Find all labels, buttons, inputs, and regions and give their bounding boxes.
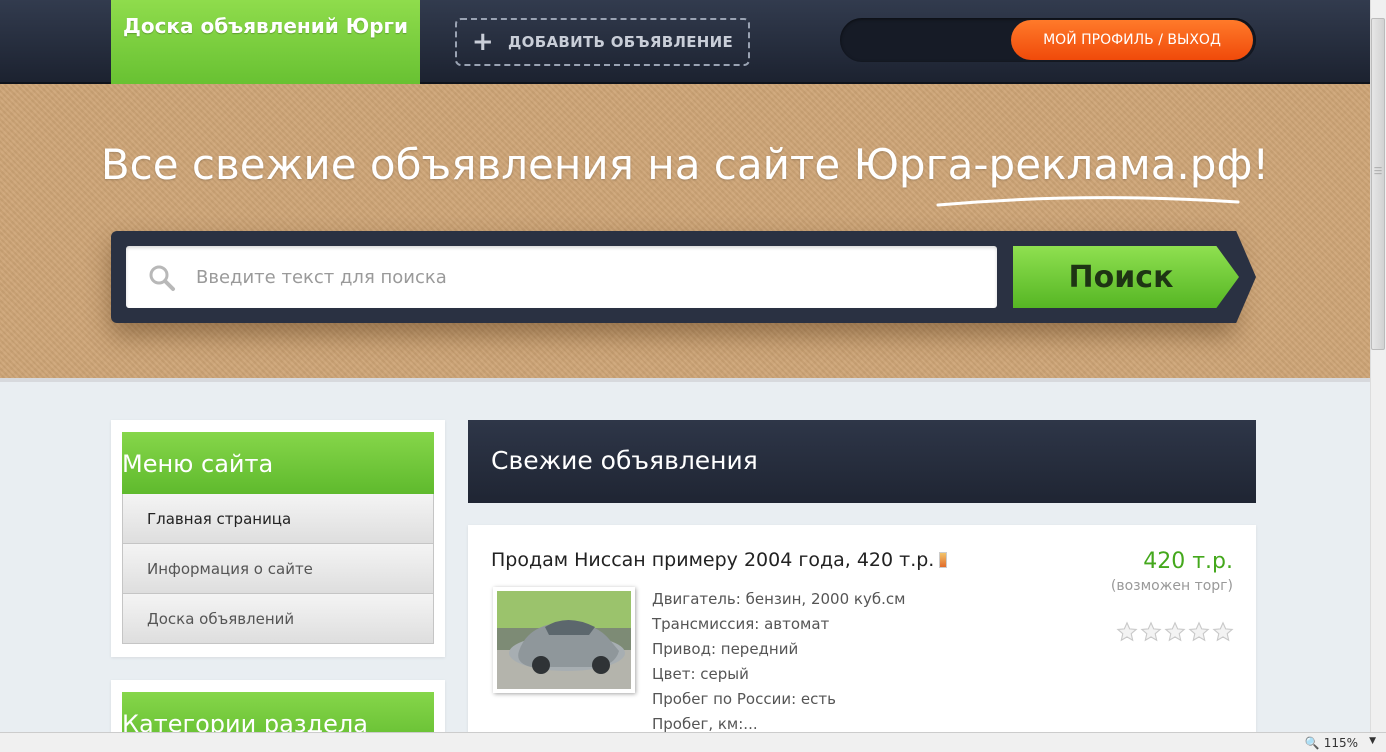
listing-photo[interactable] [493, 587, 635, 693]
site-menu-title: Меню сайта [122, 432, 434, 494]
listing-title-link[interactable]: Продам Ниссан примеру 2004 года, 420 т.р… [491, 549, 948, 571]
listing-card: Продам Ниссан примеру 2004 года, 420 т.р… [468, 525, 1256, 752]
search-icon [149, 265, 175, 291]
menu-item-home[interactable]: Главная страница [122, 494, 434, 544]
bargain-note: (возможен торг) [1110, 578, 1233, 594]
menu-item-board[interactable]: Доска объявлений [122, 594, 434, 644]
spec-line: Двигатель: бензин, 2000 куб.см [652, 590, 906, 608]
star-icon[interactable] [1188, 621, 1210, 643]
star-icon[interactable] [1116, 621, 1138, 643]
magnifier-icon: 🔍 [1304, 736, 1320, 750]
listing-specs: Двигатель: бензин, 2000 куб.см Трансмисс… [652, 587, 905, 737]
spec-line: Привод: передний [652, 640, 799, 658]
menu-item-about[interactable]: Информация о сайте [122, 544, 434, 594]
search-input[interactable] [186, 248, 986, 306]
car-photo-icon [497, 591, 631, 689]
spec-line: Пробег по России: есть [652, 690, 836, 708]
add-listing-button[interactable]: + ДОБАВИТЬ ОБЪЯВЛЕНИЕ [455, 18, 750, 66]
add-listing-label: ДОБАВИТЬ ОБЪЯВЛЕНИЕ [508, 33, 734, 51]
site-logo-text[interactable]: Доска объявлений Юрги [111, 14, 420, 38]
scrollbar-thumb[interactable] [1371, 18, 1385, 350]
hero-title: Все свежие объявления на сайте Юрга-рекл… [100, 140, 1270, 189]
profile-logout-button[interactable]: МОЙ ПРОФИЛЬ / ВЫХОД [1011, 20, 1253, 60]
star-icon[interactable] [1140, 621, 1162, 643]
underline-swoosh-icon [936, 196, 1240, 207]
search-button[interactable]: Поиск [1013, 246, 1239, 308]
star-icon[interactable] [1212, 621, 1234, 643]
site-menu-list: Главная страница Информация о сайте Доск… [122, 494, 434, 644]
rating-stars[interactable] [1116, 621, 1234, 643]
site-menu-panel: Меню сайта Главная страница Информация о… [111, 420, 445, 657]
zoom-value: 115% [1323, 736, 1358, 750]
star-icon[interactable] [1164, 621, 1186, 643]
photo-marker-icon [939, 552, 948, 568]
spec-line: Трансмиссия: автомат [652, 615, 830, 633]
status-bar: 🔍 115% ▼ [0, 732, 1386, 752]
listing-price: 420 т.р. [1143, 549, 1233, 574]
zoom-dropdown-icon[interactable]: ▼ [1369, 736, 1376, 746]
listing-title: Продам Ниссан примеру 2004 года, 420 т.р… [491, 549, 935, 571]
plus-icon: + [471, 27, 495, 57]
zoom-level[interactable]: 🔍 115% [1305, 736, 1358, 750]
fresh-listings-header: Свежие объявления [468, 420, 1256, 503]
hero-banner: Все свежие объявления на сайте Юрга-рекл… [0, 84, 1370, 382]
scroll-grip-icon: — — — [1374, 163, 1382, 178]
spec-line: Цвет: серый [652, 665, 749, 683]
